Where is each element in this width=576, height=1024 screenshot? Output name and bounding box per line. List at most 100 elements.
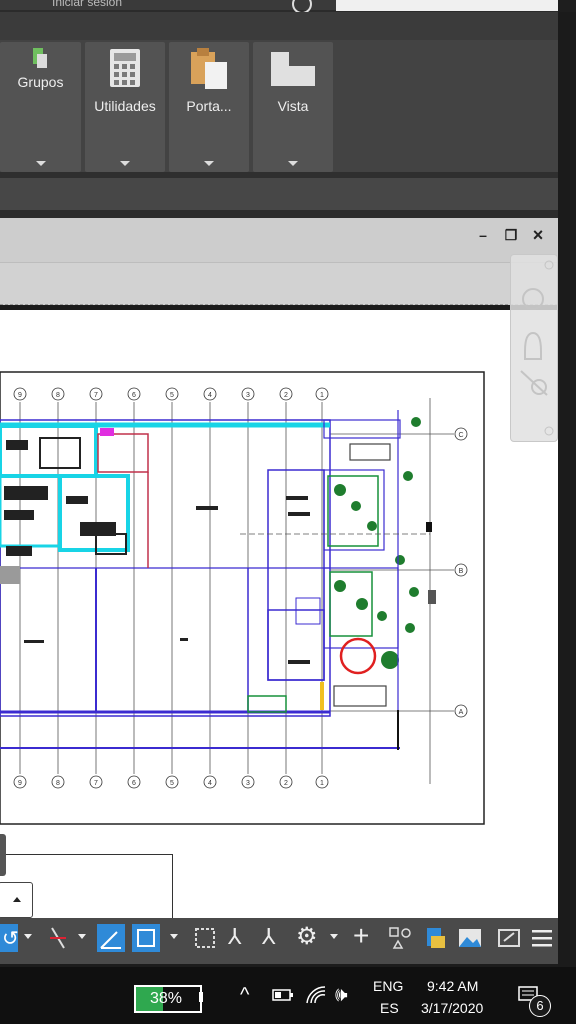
notification-count-badge: 6 <box>529 995 551 1017</box>
sign-in-link[interactable]: Iniciar sesión <box>52 0 122 9</box>
clean-screen-button[interactable] <box>456 924 484 952</box>
workspace-button[interactable]: ⚙ <box>294 923 322 952</box>
object-snap-icon <box>137 929 155 947</box>
grid-label: 3 <box>246 392 250 399</box>
grid-label: 1 <box>320 392 324 399</box>
clock-time[interactable]: 9:42 AM <box>427 978 478 994</box>
polar-icon <box>100 931 121 949</box>
grid-label: 4 <box>208 392 212 399</box>
grupos-label: Grupos <box>17 74 64 90</box>
snap-button[interactable]: ↺ <box>0 924 19 952</box>
nav-tools <box>520 260 554 436</box>
steering-wheel-icon <box>522 288 544 310</box>
grid-label: 8 <box>56 392 60 399</box>
chevron-down-icon <box>120 161 130 166</box>
ortho-button[interactable] <box>44 924 72 952</box>
title-tab <box>0 0 336 10</box>
hardware-acceleration-icon <box>427 928 445 948</box>
hardware-button[interactable] <box>421 924 449 952</box>
grupos-button[interactable]: Grupos <box>0 42 81 172</box>
panel-divider <box>0 210 558 218</box>
battery-icon[interactable] <box>272 988 294 1002</box>
add-button[interactable]: + <box>350 920 378 952</box>
clipboard-icon <box>191 48 227 89</box>
wifi-icon[interactable] <box>305 985 327 1005</box>
clock-date[interactable]: 3/17/2020 <box>421 1000 483 1016</box>
grid-label: 9 <box>18 780 22 787</box>
plus-icon: + <box>353 920 370 951</box>
chevron-down-icon <box>204 161 214 166</box>
ortho-icon <box>50 927 66 949</box>
gear-icon: ⚙ <box>296 923 318 950</box>
groups-icon <box>33 48 47 68</box>
utilidades-button[interactable]: Utilidades <box>85 42 165 172</box>
grid-label: 2 <box>284 780 288 787</box>
grid-label: B <box>459 568 464 575</box>
annotation-visibility-button[interactable]: ⅄ <box>258 924 286 952</box>
customize-menu-button[interactable] <box>528 924 556 952</box>
panel-bar <box>0 178 558 210</box>
fullscreen-icon <box>498 929 520 947</box>
grid-label: 4 <box>208 780 212 787</box>
grid-label: 7 <box>94 780 98 787</box>
edge <box>558 0 576 12</box>
portapapeles-button[interactable]: Porta... <box>169 42 249 172</box>
document-header <box>0 218 558 262</box>
title-bar: Iniciar sesión <box>0 0 576 14</box>
vista-label: Vista <box>277 98 309 114</box>
annotation-visibility-icon: ⅄ <box>262 924 276 949</box>
language-label[interactable]: ENG <box>373 978 403 994</box>
grid-label: 7 <box>94 392 98 399</box>
minimize-icon[interactable]: – <box>476 228 490 242</box>
grid-label: 8 <box>56 780 60 787</box>
snap-icon: ↺ <box>2 928 19 950</box>
utilidades-label: Utilidades <box>94 98 156 114</box>
grid-label: 2 <box>284 392 288 399</box>
paper-border <box>0 371 485 825</box>
scroll-up-button[interactable] <box>0 882 33 918</box>
annotation-button[interactable]: ⅄ <box>224 924 252 952</box>
grid-label: 5 <box>170 780 174 787</box>
navigation-bar <box>510 254 558 442</box>
osnap-button[interactable] <box>132 924 160 952</box>
floor-plan[interactable]: 9 9 8 8 7 7 6 6 5 5 4 4 3 3 2 2 1 1 C B A <box>0 310 558 918</box>
chevron-down-icon <box>35 161 46 166</box>
view-icon <box>271 52 315 86</box>
selection-button[interactable] <box>191 924 219 952</box>
restore-icon[interactable]: ❐ <box>504 228 518 242</box>
grid-label: 6 <box>132 780 136 787</box>
isolate-button[interactable] <box>386 924 414 952</box>
chevron-up-icon <box>13 897 21 902</box>
grid-label: 6 <box>132 392 136 399</box>
grid-label: 9 <box>18 392 22 399</box>
chevron-down-icon <box>288 161 298 166</box>
chevron-up-icon[interactable]: ^ <box>240 984 249 1007</box>
chevron-down-icon[interactable] <box>24 934 32 939</box>
chevron-down-icon[interactable] <box>170 934 178 939</box>
search-area[interactable] <box>336 0 558 11</box>
polar-button[interactable] <box>97 924 125 952</box>
grid-label: 1 <box>320 780 324 787</box>
grid-label: 3 <box>246 780 250 787</box>
fullscreen-button[interactable] <box>495 924 523 952</box>
vista-button[interactable]: Vista <box>253 42 333 172</box>
annotation-scale-icon: ⅄ <box>228 924 242 949</box>
calculator-icon <box>110 49 140 87</box>
pan-hand-icon <box>524 331 542 360</box>
divider <box>0 304 558 305</box>
grid-label: A <box>459 709 464 716</box>
ribbon-tabs-bar <box>0 12 558 41</box>
drawing-canvas[interactable]: 9 9 8 8 7 7 6 6 5 5 4 4 3 3 2 2 1 1 C B A <box>0 310 558 924</box>
close-icon[interactable]: × <box>531 226 545 244</box>
volume-icon[interactable]: 🕪 <box>335 984 348 1007</box>
image-icon <box>459 929 481 947</box>
grid-label: C <box>458 432 463 439</box>
grid-label: 5 <box>170 392 174 399</box>
battery-tip <box>199 992 203 1002</box>
battery-indicator[interactable]: 38% <box>134 985 202 1013</box>
region-label[interactable]: ES <box>380 1000 399 1016</box>
chevron-down-icon[interactable] <box>78 934 86 939</box>
panel-handle[interactable] <box>0 834 6 876</box>
isolate-objects-icon <box>389 927 411 949</box>
chevron-down-icon[interactable] <box>330 934 338 939</box>
